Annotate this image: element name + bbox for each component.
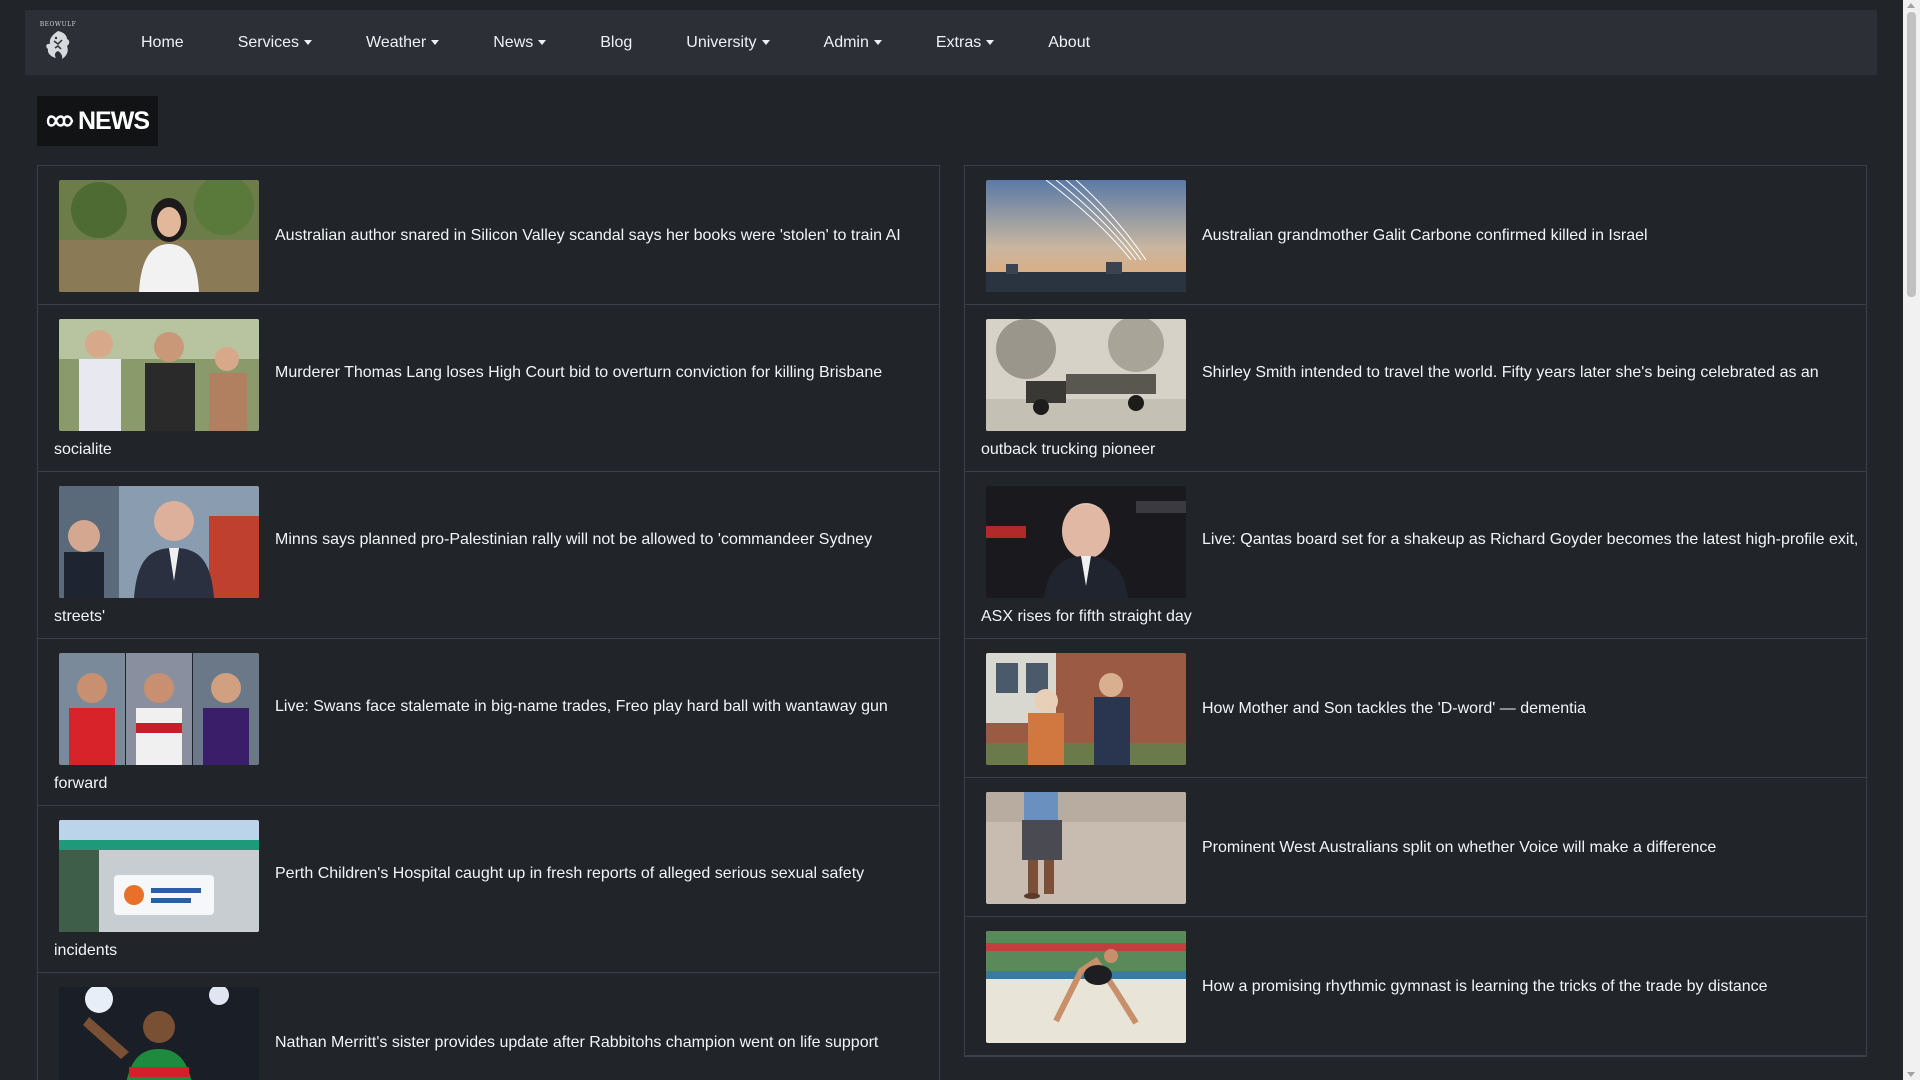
news-article[interactable]: Australian author snared in Silicon Vall… (38, 166, 939, 305)
scrollbar-thumb[interactable] (1907, 12, 1916, 297)
news-article[interactable]: How Mother and Son tackles the 'D-word' … (965, 639, 1866, 778)
nav-university[interactable]: University (686, 33, 770, 52)
nav-admin[interactable]: Admin (824, 34, 882, 52)
nav-extras-label: Extras (935, 33, 982, 51)
headline-continuation: forward (54, 775, 108, 792)
headline-continuation: ASX rises for fifth straight day (981, 608, 1192, 625)
headline-continuation: incidents (54, 942, 118, 959)
caret-down-icon (986, 40, 995, 45)
news-column-right: Australian grandmother Galit Carbone con… (964, 165, 1867, 1057)
article-thumbnail[interactable] (986, 653, 1186, 765)
headline-continuation: socialite (54, 441, 112, 458)
nav-weather[interactable]: Weather (366, 33, 440, 52)
headline-continuation: outback trucking pioneer (981, 441, 1156, 458)
news-article[interactable]: Nathan Merritt's sister provides update … (38, 973, 939, 1080)
article-content: Shirley Smith intended to travel the wor… (965, 305, 1866, 443)
caret-down-icon (538, 40, 547, 45)
article-thumbnail[interactable] (59, 319, 259, 431)
nav-extras[interactable]: Extras (935, 33, 995, 52)
article-content: Nathan Merritt's sister provides update … (38, 973, 939, 1080)
article-thumbnail[interactable] (986, 792, 1186, 904)
brand-text: BEOWULF (39, 20, 77, 28)
article-thumbnail[interactable] (59, 486, 259, 598)
article-thumbnail[interactable] (986, 486, 1186, 598)
article-thumbnail[interactable] (59, 180, 259, 292)
article-thumbnail[interactable] (986, 319, 1186, 431)
news-article[interactable]: Live: Swans face stalemate in big-name t… (38, 639, 939, 806)
article-content: Australian author snared in Silicon Vall… (38, 166, 939, 304)
news-column-left: Australian author snared in Silicon Vall… (37, 165, 940, 1080)
top-navbar: BEOWULF Home Services Weather News Blog … (25, 10, 1877, 75)
abc-logo-icon (46, 115, 74, 127)
nav-blog[interactable]: Blog (600, 34, 632, 52)
caret-down-icon (304, 40, 313, 45)
nav-university-label: University (686, 33, 757, 51)
article-content: Prominent West Australians split on whet… (965, 778, 1866, 916)
article-content: Perth Children's Hospital caught up in f… (38, 806, 939, 944)
abc-news-logo[interactable]: NEWS (37, 96, 158, 146)
headline-continuation: streets' (54, 608, 106, 625)
news-article[interactable]: Shirley Smith intended to travel the wor… (965, 305, 1866, 472)
news-article[interactable]: How a promising rhythmic gymnast is lear… (965, 917, 1866, 1056)
nav-home-label: Home (141, 33, 184, 51)
article-thumbnail[interactable] (59, 653, 259, 765)
nav-services[interactable]: Services (237, 33, 313, 52)
caret-down-icon (873, 40, 882, 45)
article-content: How Mother and Son tackles the 'D-word' … (965, 639, 1866, 777)
news-article[interactable]: Murderer Thomas Lang loses High Court bi… (38, 305, 939, 472)
caret-down-icon (431, 40, 440, 45)
nav-about[interactable]: About (1048, 34, 1090, 52)
nav-about-label: About (1048, 33, 1091, 51)
news-article[interactable]: Prominent West Australians split on whet… (965, 778, 1866, 917)
nav-news[interactable]: News (493, 33, 547, 52)
article-thumbnail[interactable] (59, 987, 259, 1080)
news-article[interactable]: Live: Qantas board set for a shakeup as … (965, 472, 1866, 639)
nav-blog-label: Blog (600, 33, 633, 51)
brand-logo[interactable]: BEOWULF (38, 21, 78, 65)
vertical-scrollbar[interactable] (1903, 0, 1920, 1080)
abc-news-text: NEWS (78, 106, 150, 135)
dragon-icon (46, 30, 70, 59)
scroll-up-icon[interactable] (1907, 3, 1915, 8)
news-article[interactable]: Minns says planned pro-Palestinian rally… (38, 472, 939, 639)
nav-services-label: Services (237, 33, 300, 51)
article-thumbnail[interactable] (986, 931, 1186, 1043)
caret-down-icon (761, 40, 770, 45)
article-content: Live: Qantas board set for a shakeup as … (965, 472, 1866, 610)
article-content: Live: Swans face stalemate in big-name t… (38, 639, 939, 777)
nav-admin-label: Admin (823, 33, 869, 51)
article-thumbnail[interactable] (59, 820, 259, 932)
page: BEOWULF Home Services Weather News Blog … (0, 0, 1920, 1080)
scroll-down-icon[interactable] (1907, 1072, 1915, 1077)
article-thumbnail[interactable] (986, 180, 1186, 292)
article-content: Minns says planned pro-Palestinian rally… (38, 472, 939, 610)
article-content: How a promising rhythmic gymnast is lear… (965, 917, 1866, 1055)
news-article[interactable]: Australian grandmother Galit Carbone con… (965, 166, 1866, 305)
news-article[interactable]: Perth Children's Hospital caught up in f… (38, 806, 939, 973)
article-content: Australian grandmother Galit Carbone con… (965, 166, 1866, 304)
nav-weather-label: Weather (366, 33, 427, 51)
nav-home[interactable]: Home (141, 34, 184, 52)
article-content: Murderer Thomas Lang loses High Court bi… (38, 305, 939, 443)
nav-news-label: News (493, 33, 534, 51)
